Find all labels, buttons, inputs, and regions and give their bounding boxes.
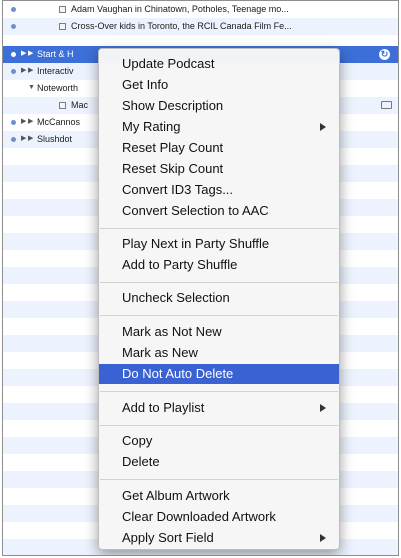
- menu-item-do-not-auto-delete[interactable]: Do Not Auto Delete: [99, 364, 339, 384]
- menu-item-update-podcast[interactable]: Update Podcast: [99, 54, 339, 74]
- menu-item-convert-id3-tags[interactable]: Convert ID3 Tags...: [99, 180, 339, 200]
- menu-item-mark-not-new[interactable]: Mark as Not New: [99, 322, 339, 342]
- podcast-title: Noteworth: [37, 83, 79, 93]
- menu-separator: [100, 282, 338, 283]
- submenu-arrow-icon: [320, 534, 326, 542]
- menu-item-label: Apply Sort Field: [122, 530, 214, 545]
- menu-item-label: My Rating: [122, 119, 181, 134]
- itunes-podcast-window: Adam Vaughan in Chinatown, Potholes, Tee…: [2, 0, 399, 556]
- disclosure-triangle-icon[interactable]: ▶: [21, 66, 26, 76]
- disclosure-triangle-icon[interactable]: ▶: [28, 49, 33, 59]
- video-icon: [381, 101, 392, 109]
- disclosure-triangle-icon[interactable]: ▶: [28, 134, 33, 144]
- menu-item-delete[interactable]: Delete: [99, 452, 339, 472]
- menu-separator: [100, 228, 338, 229]
- menu-item-label: Add to Playlist: [122, 400, 205, 415]
- menu-separator: [100, 479, 338, 480]
- menu-item-add-to-playlist[interactable]: Add to Playlist: [99, 398, 339, 418]
- disclosure-triangle-icon[interactable]: ▶: [28, 117, 33, 127]
- menu-item-reset-play-count[interactable]: Reset Play Count: [99, 138, 339, 158]
- podcast-bullet-icon: [11, 7, 16, 12]
- episode-title: Adam Vaughan in Chinatown, Potholes, Tee…: [71, 4, 289, 14]
- podcast-bullet-icon: [11, 52, 16, 57]
- podcast-title: Slushdot: [37, 134, 73, 144]
- disclosure-triangle-icon[interactable]: ▶: [21, 49, 26, 59]
- menu-item-reset-skip-count[interactable]: Reset Skip Count: [99, 159, 339, 179]
- disclosure-triangle-icon[interactable]: ▶: [21, 134, 26, 144]
- menu-separator: [100, 391, 338, 392]
- episode-checkbox[interactable]: [59, 102, 66, 109]
- podcast-bullet-icon: [11, 120, 16, 125]
- list-row[interactable]: Cross-Over kids in Toronto, the RCIL Can…: [3, 18, 398, 35]
- podcast-bullet-icon: [11, 69, 16, 74]
- menu-item-play-next-party-shuffle[interactable]: Play Next in Party Shuffle: [99, 234, 339, 254]
- episode-checkbox[interactable]: [59, 23, 66, 30]
- menu-item-add-to-party-shuffle[interactable]: Add to Party Shuffle: [99, 255, 339, 275]
- list-row[interactable]: Adam Vaughan in Chinatown, Potholes, Tee…: [3, 1, 398, 18]
- podcast-title: McCannos: [37, 117, 81, 127]
- menu-item-mark-new[interactable]: Mark as New: [99, 343, 339, 363]
- disclosure-triangle-icon[interactable]: ▶: [21, 117, 26, 127]
- menu-separator: [100, 425, 338, 426]
- disclosure-triangle-icon[interactable]: ▶: [28, 66, 33, 76]
- disclosure-triangle-open-icon[interactable]: ▼: [28, 83, 35, 93]
- episode-checkbox[interactable]: [59, 6, 66, 13]
- podcast-title: Start & H: [37, 49, 74, 59]
- menu-item-get-album-artwork[interactable]: Get Album Artwork: [99, 486, 339, 506]
- podcast-title: Interactiv: [37, 66, 74, 76]
- menu-item-get-info[interactable]: Get Info: [99, 75, 339, 95]
- episode-title: Mac: [71, 100, 89, 110]
- menu-item-uncheck-selection[interactable]: Uncheck Selection: [99, 288, 339, 308]
- menu-item-copy[interactable]: Copy: [99, 431, 339, 451]
- context-menu: Update Podcast Get Info Show Description…: [98, 48, 340, 550]
- submenu-arrow-icon: [320, 404, 326, 412]
- podcast-bullet-icon: [11, 137, 16, 142]
- episode-title: Cross-Over kids in Toronto, the RCIL Can…: [71, 21, 292, 31]
- menu-item-clear-downloaded-artwork[interactable]: Clear Downloaded Artwork: [99, 507, 339, 527]
- submenu-arrow-icon: [320, 123, 326, 131]
- menu-item-convert-selection-aac[interactable]: Convert Selection to AAC: [99, 201, 339, 221]
- menu-separator: [100, 315, 338, 316]
- menu-item-my-rating[interactable]: My Rating: [99, 117, 339, 137]
- podcast-bullet-icon: [11, 24, 16, 29]
- menu-item-show-description[interactable]: Show Description: [99, 96, 339, 116]
- refresh-icon[interactable]: ↻: [379, 49, 390, 60]
- menu-item-apply-sort-field[interactable]: Apply Sort Field: [99, 528, 339, 548]
